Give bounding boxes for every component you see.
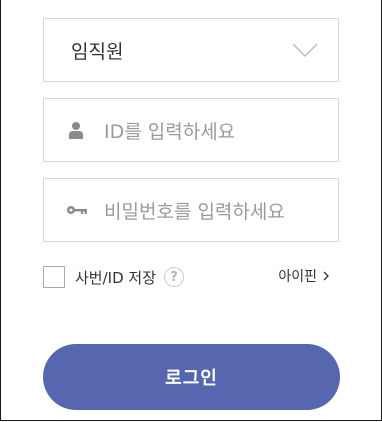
ipin-link-label: 아이핀 xyxy=(278,269,317,285)
ipin-link[interactable]: 아이핀 xyxy=(278,266,329,286)
password-input-placeholder: 비밀번호를 입력하세요 xyxy=(104,200,285,223)
chevron-right-icon xyxy=(323,271,329,281)
user-type-selected-value: 임직원 xyxy=(71,40,124,63)
remember-id-checkbox[interactable] xyxy=(43,266,65,288)
login-button[interactable]: 로그인 xyxy=(43,344,340,410)
key-icon xyxy=(67,206,87,214)
user-icon xyxy=(69,122,83,139)
remember-id-row: 사번/ID 저장 ? xyxy=(43,264,184,290)
chevron-down-icon xyxy=(292,43,318,57)
help-icon[interactable]: ? xyxy=(164,267,184,287)
remember-id-label[interactable]: 사번/ID 저장 xyxy=(75,267,156,288)
login-button-label: 로그인 xyxy=(165,368,218,389)
user-type-select[interactable]: 임직원 xyxy=(43,18,339,82)
login-panel: 임직원 ID를 입력하세요 비밀번호를 입력하세요 사번/ID 저장 ? 아이핀 xyxy=(0,0,382,421)
password-input[interactable]: 비밀번호를 입력하세요 xyxy=(43,178,339,242)
id-input-placeholder: ID를 입력하세요 xyxy=(104,120,236,143)
id-input[interactable]: ID를 입력하세요 xyxy=(43,98,339,162)
